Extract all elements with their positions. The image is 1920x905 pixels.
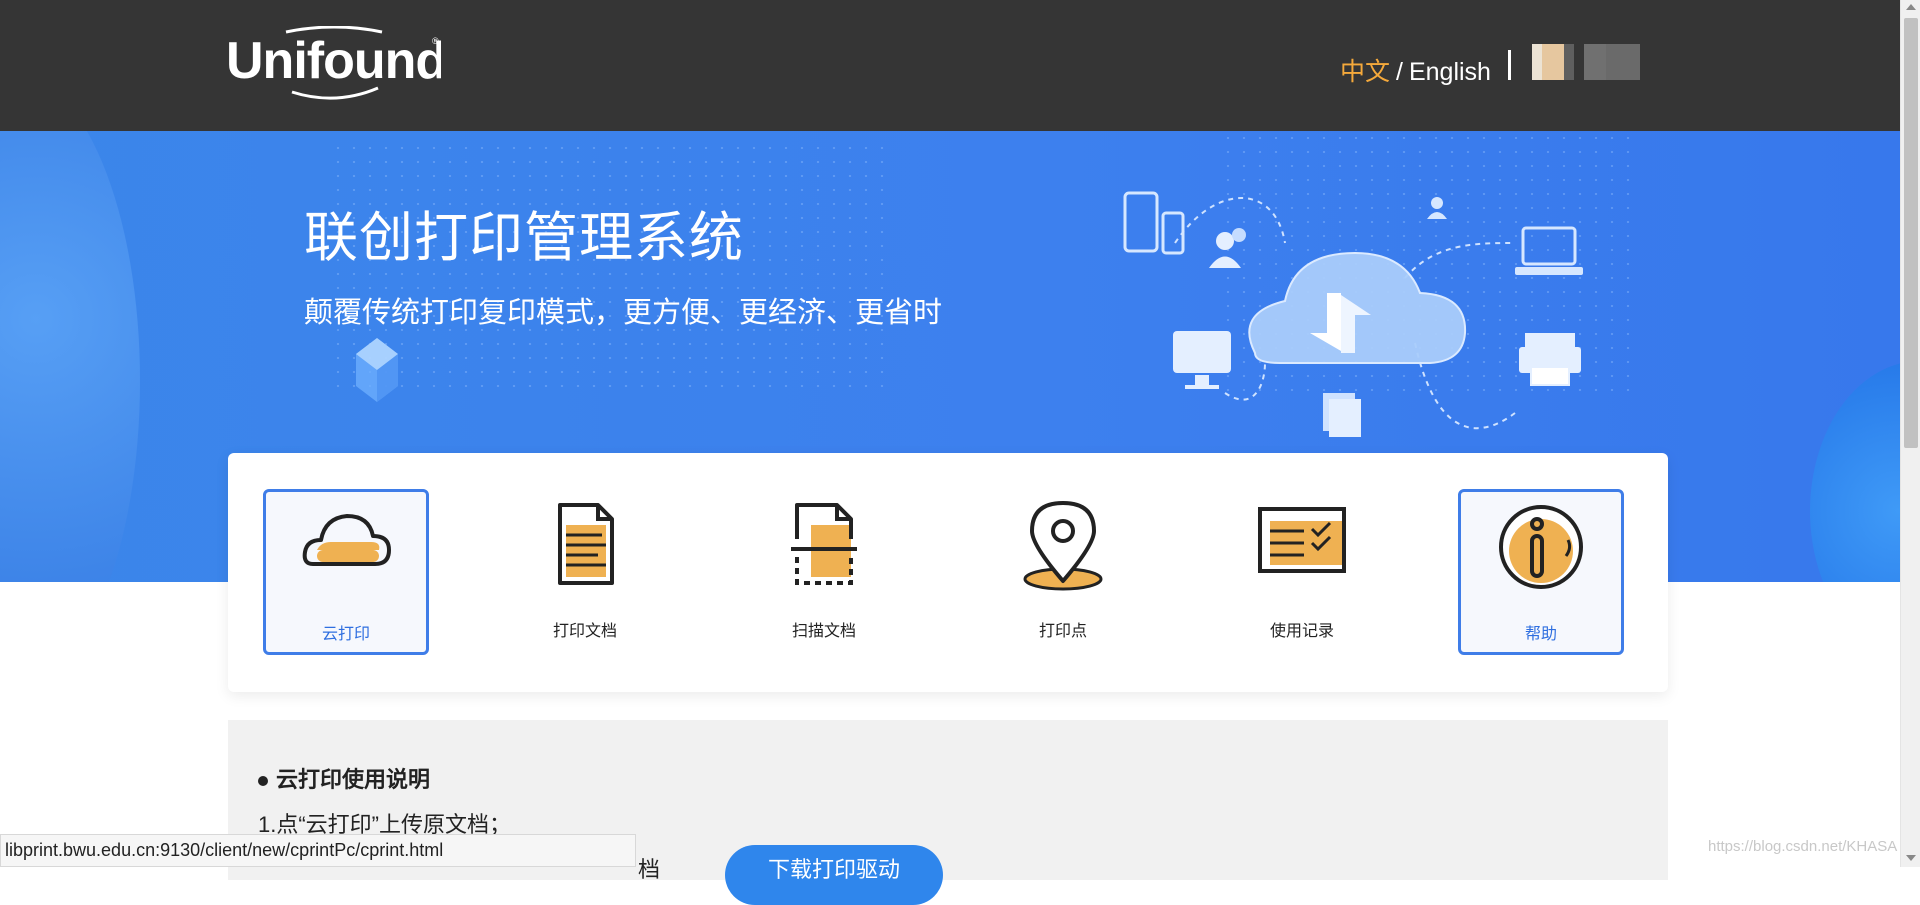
menu-label-print-document: 打印文档 xyxy=(552,623,617,640)
lang-separator: / xyxy=(1396,58,1403,86)
menu-item-print-document[interactable]: 打印文档 xyxy=(502,489,668,655)
scan-icon xyxy=(791,503,857,585)
cloud-icon xyxy=(302,514,391,566)
vertical-scrollbar[interactable] xyxy=(1900,0,1920,867)
menu-item-help[interactable]: 帮助 xyxy=(1458,489,1624,655)
scrollbar-thumb[interactable] xyxy=(1904,18,1918,448)
menu-label-scan-document: 扫描文档 xyxy=(791,623,856,640)
location-pin-icon xyxy=(1023,501,1103,591)
user-avatar[interactable] xyxy=(1532,44,1640,80)
menu-label-help: 帮助 xyxy=(1524,626,1557,643)
lang-chinese-link[interactable]: 中文 xyxy=(1340,58,1390,86)
svg-text:Unifound: Unifound xyxy=(226,32,441,90)
top-header: Unifound ® 中文 / English xyxy=(0,0,1920,131)
menu-item-print-location[interactable]: 打印点 xyxy=(980,489,1146,655)
scroll-down-arrow-icon[interactable] xyxy=(1906,855,1916,861)
cloud-network-illustration xyxy=(1123,191,1583,437)
menu-label-cloud-print: 云打印 xyxy=(321,626,370,643)
menu-item-usage-record[interactable]: 使用记录 xyxy=(1219,489,1385,655)
decor-blob-right xyxy=(1810,361,1900,582)
language-switcher: 中文 / English xyxy=(1340,52,1491,88)
menu-label-usage-record: 使用记录 xyxy=(1269,623,1334,640)
document-icon xyxy=(558,503,614,585)
lang-english-link[interactable]: English xyxy=(1409,58,1491,86)
crystal-icon xyxy=(356,338,398,402)
record-icon xyxy=(1258,507,1346,573)
banner-title: 联创打印管理系统 xyxy=(304,208,744,268)
menu-label-print-location: 打印点 xyxy=(1038,623,1087,640)
svg-text:®: ® xyxy=(432,36,439,46)
banner-subtitle: 颠覆传统打印复印模式，更方便、更经济、更省时 xyxy=(304,297,943,329)
instructions-title-text: 云打印使用说明 xyxy=(276,767,431,792)
info-icon xyxy=(1499,505,1583,589)
instructions-partial-text: 档 xyxy=(638,857,661,882)
watermark: https://blog.csdn.net/KHASA xyxy=(1708,838,1898,855)
scroll-up-arrow-icon[interactable] xyxy=(1906,4,1916,10)
browser-status-url: libprint.bwu.edu.cn:9130/client/new/cpri… xyxy=(0,834,636,867)
instructions-title: 云打印使用说明 xyxy=(258,762,430,794)
menu-item-scan-document[interactable]: 扫描文档 xyxy=(741,489,907,655)
function-menu: 云打印 打印文档 扫描文档 打印点 使用记录 帮助 xyxy=(228,453,1668,692)
header-divider xyxy=(1508,50,1511,80)
unifound-logo[interactable]: Unifound ® xyxy=(226,26,441,102)
decor-blob-left xyxy=(0,131,140,582)
download-driver-button[interactable]: 下载打印驱动 xyxy=(725,845,943,905)
menu-item-cloud-print[interactable]: 云打印 xyxy=(263,489,429,655)
bullet-icon xyxy=(258,776,268,787)
